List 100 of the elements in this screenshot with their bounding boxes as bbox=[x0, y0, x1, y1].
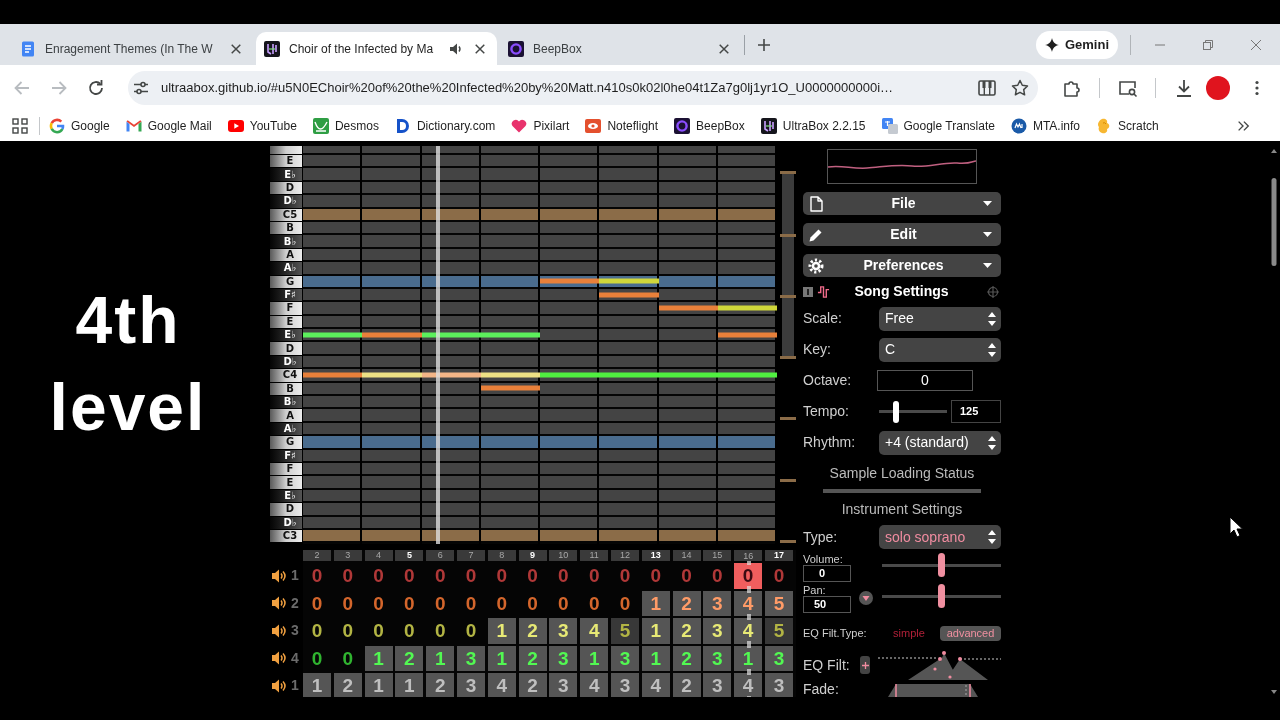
pattern-cell[interactable]: 1 bbox=[487, 645, 516, 671]
fade-envelope-graph[interactable] bbox=[888, 682, 978, 697]
pattern-cell[interactable]: 2 bbox=[672, 673, 701, 697]
step-wave-icon[interactable] bbox=[817, 285, 830, 298]
bookmark-link[interactable]: MTA.info bbox=[1002, 113, 1089, 139]
pattern-cell[interactable]: 2 bbox=[518, 673, 547, 697]
pattern-cell[interactable]: 0 bbox=[333, 563, 362, 589]
piano-key[interactable]: D♭ bbox=[270, 516, 302, 529]
pattern-cell[interactable]: 0 bbox=[303, 645, 331, 671]
window-search-icon[interactable] bbox=[1118, 78, 1138, 98]
pattern-cell[interactable]: 2 bbox=[518, 618, 547, 644]
piano-key[interactable]: C5 bbox=[270, 208, 302, 221]
pattern-cell[interactable]: 3 bbox=[610, 645, 639, 671]
piano-key[interactable]: D bbox=[270, 342, 302, 355]
pattern-cell[interactable]: 0 bbox=[333, 590, 362, 616]
pattern-cell[interactable]: 0 bbox=[457, 618, 485, 644]
piano-key[interactable]: E♭ bbox=[270, 489, 302, 503]
bookmark-link[interactable]: YouTube bbox=[219, 113, 305, 139]
pattern-cell[interactable]: 4 bbox=[580, 618, 609, 644]
select-field[interactable]: +4 (standard) bbox=[879, 430, 1001, 455]
pattern-cell[interactable]: 0 bbox=[364, 590, 393, 616]
tile-icon[interactable] bbox=[803, 286, 813, 297]
bookmark-link[interactable]: Pixilart bbox=[503, 113, 578, 139]
pattern-cell[interactable]: 4 bbox=[641, 673, 670, 697]
pattern-cell[interactable]: 0 bbox=[303, 590, 331, 616]
piano-key[interactable]: F bbox=[270, 463, 302, 476]
slider-thumb[interactable] bbox=[938, 584, 945, 608]
pattern-cell[interactable]: 1 bbox=[641, 645, 670, 671]
pattern-cell[interactable]: 0 bbox=[610, 590, 639, 616]
plus-icon[interactable] bbox=[757, 37, 771, 52]
toggle-option[interactable]: simple bbox=[883, 626, 935, 641]
bookmark-link[interactable]: Google Translate bbox=[873, 113, 1003, 139]
piano-key[interactable]: C3 bbox=[270, 529, 302, 543]
pattern-cell[interactable]: 2 bbox=[672, 618, 701, 644]
pattern-cell[interactable]: 2 bbox=[672, 645, 701, 671]
speaker-icon[interactable] bbox=[271, 650, 287, 667]
number-field[interactable]: 50 bbox=[803, 596, 851, 613]
select-field[interactable]: C bbox=[879, 337, 1001, 362]
piano-key[interactable]: C4 bbox=[270, 369, 302, 382]
star-icon[interactable] bbox=[1011, 79, 1029, 97]
restore-icon[interactable] bbox=[1203, 39, 1213, 50]
speaker-icon[interactable] bbox=[271, 567, 287, 584]
pattern-cell[interactable]: 0 bbox=[395, 563, 424, 589]
piano-key[interactable]: E♭ bbox=[270, 168, 302, 181]
dropdown-button[interactable]: Edit bbox=[803, 223, 1001, 246]
pattern-cell[interactable]: 0 bbox=[487, 590, 516, 616]
pattern-cell[interactable]: 0 bbox=[364, 563, 393, 589]
pattern-cell[interactable]: 0 bbox=[580, 590, 609, 616]
piano-key[interactable]: A♭ bbox=[270, 422, 302, 436]
select-field[interactable]: solo soprano bbox=[879, 525, 1001, 549]
piano-key[interactable]: D bbox=[270, 181, 302, 195]
download-icon[interactable] bbox=[1174, 78, 1194, 98]
pattern-cell[interactable]: 4 bbox=[734, 590, 763, 616]
pattern-cell[interactable]: 3 bbox=[703, 645, 732, 671]
pattern-cell[interactable]: 0 bbox=[672, 563, 701, 589]
note-bar[interactable] bbox=[480, 385, 540, 391]
address-bar[interactable]: ultraabox.github.io/#u5N0EChoir%20of%20the%20Infected%20by%20Matt.n410s0k02l0he04t1Za7g0lj1yr1O_U0000000000i… bbox=[128, 71, 1038, 105]
pattern-cell[interactable]: 0 bbox=[333, 645, 362, 671]
pattern-cell[interactable]: 1 bbox=[364, 645, 393, 671]
browser-tab[interactable]: BeepBox bbox=[500, 32, 741, 65]
piano-key[interactable]: D♭ bbox=[270, 195, 302, 208]
piano-key[interactable]: B bbox=[270, 382, 302, 396]
select-field[interactable]: Free bbox=[879, 306, 1001, 331]
piano-key[interactable]: A bbox=[270, 409, 302, 422]
piano-key[interactable]: B♭ bbox=[270, 235, 302, 248]
pattern-cell[interactable]: 3 bbox=[457, 645, 485, 671]
bookmark-link[interactable]: Dictionary.com bbox=[386, 113, 504, 139]
apps-grid-icon[interactable] bbox=[12, 118, 28, 134]
piano-key[interactable]: E bbox=[270, 155, 302, 168]
pattern-cell[interactable]: 2 bbox=[395, 645, 424, 671]
dropdown-caret-icon[interactable] bbox=[859, 591, 873, 605]
number-field[interactable]: 0 bbox=[803, 565, 851, 582]
close-icon[interactable] bbox=[474, 42, 486, 55]
dropdown-button[interactable]: Preferences bbox=[803, 254, 1001, 277]
bookmark-link[interactable]: Scratch bbox=[1088, 113, 1167, 139]
pattern-cell[interactable]: 1 bbox=[303, 673, 331, 697]
piano-key[interactable]: F♯ bbox=[270, 449, 302, 462]
bookmark-link[interactable]: Desmos bbox=[304, 113, 387, 139]
pattern-cell[interactable]: 0 bbox=[303, 563, 331, 589]
piano-key[interactable] bbox=[270, 146, 302, 154]
pattern-cell[interactable]: 0 bbox=[703, 563, 732, 589]
add-point-button[interactable] bbox=[860, 656, 870, 674]
pattern-cell[interactable]: 4 bbox=[487, 673, 516, 697]
slider-thumb[interactable] bbox=[938, 553, 945, 577]
piano-key[interactable]: A♭ bbox=[270, 262, 302, 275]
piano-key[interactable]: B bbox=[270, 221, 302, 235]
pattern-cell[interactable]: 5 bbox=[610, 618, 639, 644]
pattern-cell[interactable]: 0 bbox=[426, 590, 455, 616]
pattern-cell[interactable]: 0 bbox=[426, 618, 455, 644]
piano-key[interactable]: B♭ bbox=[270, 396, 302, 409]
piano-key[interactable]: F bbox=[270, 302, 302, 315]
pattern-cell[interactable]: 1 bbox=[734, 645, 763, 671]
speaker-icon[interactable] bbox=[271, 677, 287, 694]
piano-keys-icon[interactable] bbox=[978, 79, 996, 97]
pattern-cell[interactable]: 1 bbox=[395, 673, 424, 697]
pattern-cell[interactable]: 4 bbox=[734, 618, 763, 644]
piano-key[interactable]: F♯ bbox=[270, 288, 302, 302]
pattern-cell[interactable]: 2 bbox=[333, 673, 362, 697]
bookmark-link[interactable]: Noteflight bbox=[577, 113, 667, 139]
pattern-cell[interactable]: 3 bbox=[703, 590, 732, 616]
